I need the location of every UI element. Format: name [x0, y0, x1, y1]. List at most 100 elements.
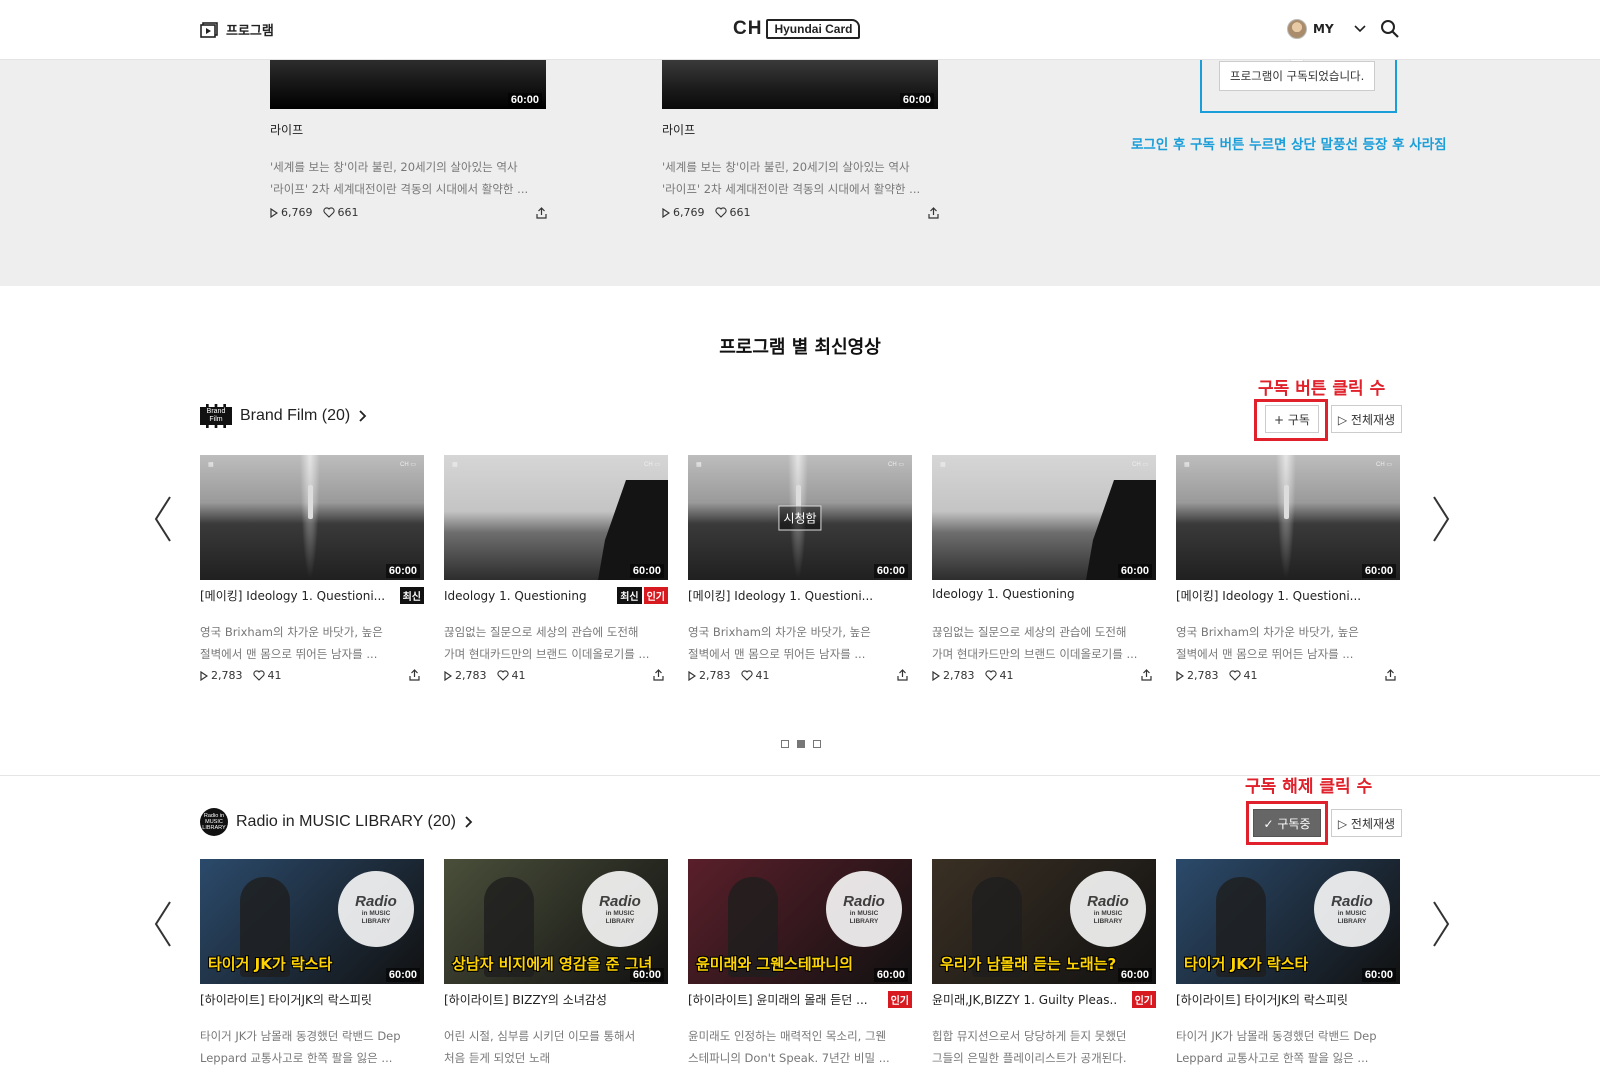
video-card[interactable]: ▦ CH ▭ 60:00 [메이킹] Ideology 1. Questioni...… — [200, 455, 424, 682]
views-stat: 2,783 — [200, 669, 243, 682]
video-card[interactable]: ▦ CH ▭ 60:00 Ideology 1. Questioning 끊임없는 질문… — [932, 455, 1156, 682]
my-menu[interactable]: MY — [1287, 19, 1368, 39]
card-title[interactable]: [하이라이트] 타이거JK의 락스피릿 — [200, 991, 424, 1008]
subscribe-button[interactable]: + 구독 — [1265, 405, 1319, 433]
video-thumbnail[interactable]: Radio in MUSIC LIBRARY 타이거 JK가 락스타 60:00 — [1176, 859, 1400, 984]
video-thumbnail[interactable]: ▦ CH ▭ 시청함 60:00 — [688, 455, 912, 580]
program-nav-label: 프로그램 — [226, 24, 274, 39]
chevron-right-icon[interactable] — [358, 409, 368, 423]
thumb-corner-logo: CH ▭ — [887, 462, 904, 468]
video-thumbnail[interactable]: Radio in MUSIC LIBRARY 우리가 남몰래 듣는 노래는? 60:00 — [932, 859, 1156, 984]
top-card[interactable]: 60:00 라이프 '세계를 보는 창'이라 불린, 20세기의 살아있는 역사… — [662, 60, 939, 219]
play-all-button[interactable]: ▷ 전체재생 — [1331, 809, 1402, 837]
popular-badge: 인기 — [1131, 991, 1156, 1008]
subscribed-button[interactable]: ✓ 구독중 — [1253, 809, 1321, 837]
video-card[interactable]: ▦ CH ▭ 60:00 [메이킹] Ideology 1. Questioni...… — [1176, 455, 1400, 682]
carousel-prev-icon[interactable] — [152, 495, 174, 543]
share-icon[interactable] — [1385, 669, 1396, 681]
logo-ch: CH — [733, 18, 763, 39]
share-icon[interactable] — [1141, 669, 1152, 681]
avatar — [1287, 19, 1307, 39]
radio-logo: Radio in MUSIC LIBRARY — [200, 808, 228, 836]
video-thumbnail[interactable]: 60:00 — [270, 60, 546, 109]
likes-count: 41 — [267, 669, 282, 682]
description-line: '라이프' 2차 세계대전이란 격동의 시대에서 활약한 ... — [662, 182, 921, 196]
duration-label: 60:00 — [1117, 968, 1152, 982]
share-icon[interactable] — [536, 207, 547, 219]
row-title[interactable]: Brand Film (20) — [240, 407, 350, 425]
card-title[interactable]: [메이킹] Ideology 1. Questioni... — [1176, 587, 1400, 604]
video-card[interactable]: ▦ CH ▭ 60:00 Ideology 1. Questioning 최신 인기 끊임없… — [444, 455, 668, 682]
video-card[interactable]: Radio in MUSIC LIBRARY 윤미래와 그웬스테파니의 60:00 [하이… — [688, 859, 912, 1065]
program-nav-link[interactable]: 프로그램 — [200, 20, 274, 39]
thumbnail-overlay-text: 우리가 남몰래 듣는 노래는? — [940, 955, 1117, 973]
chevron-right-icon[interactable] — [464, 815, 474, 829]
logo[interactable]: CH Hyundai Card — [733, 18, 861, 40]
video-card[interactable]: Radio in MUSIC LIBRARY 우리가 남몰래 듣는 노래는? 60:00… — [932, 859, 1156, 1065]
views-stat: 2,783 — [688, 669, 731, 682]
video-thumbnail[interactable]: ▦ CH ▭ 60:00 — [444, 455, 668, 580]
card-title-row: [하이라이트] BIZZY의 소녀감성 — [444, 991, 668, 1008]
description-line: 끊임없는 질문으로 세상의 관습에 도전해 — [444, 625, 639, 639]
card-description: 어린 시절, 심부름 시키던 이모를 통해서 처음 듣게 되었던 노래 — [444, 1025, 668, 1069]
share-icon[interactable] — [897, 669, 908, 681]
carousel-prev-icon[interactable] — [152, 900, 174, 948]
views-stat: 2,783 — [444, 669, 487, 682]
video-thumbnail[interactable]: ▦ CH ▭ 60:00 — [200, 455, 424, 580]
video-thumbnail[interactable]: ▦ CH ▭ 60:00 — [932, 455, 1156, 580]
card-title[interactable]: 라이프 — [662, 121, 695, 138]
pagination-dot-active[interactable] — [797, 740, 805, 748]
video-thumbnail[interactable]: Radio in MUSIC LIBRARY 윤미래와 그웬스테파니의 60:00 — [688, 859, 912, 984]
description-line: '라이프' 2차 세계대전이란 격동의 시대에서 활약한 ... — [270, 182, 529, 196]
likes-count: 41 — [999, 669, 1014, 682]
share-icon[interactable] — [409, 669, 420, 681]
pagination-dot[interactable] — [813, 740, 821, 748]
share-icon[interactable] — [653, 669, 664, 681]
card-title[interactable]: 윤미래,JK,BIZZY 1. Guilty Pleas.. — [932, 991, 1130, 1008]
views-stat: 2,783 — [932, 669, 975, 682]
card-title[interactable]: [메이킹] Ideology 1. Questioni... — [688, 587, 912, 604]
card-title[interactable]: Ideology 1. Questioning — [444, 589, 615, 603]
video-thumbnail[interactable]: Radio in MUSIC LIBRARY 타이거 JK가 락스타 60:00 — [200, 859, 424, 984]
video-card[interactable]: Radio in MUSIC LIBRARY 타이거 JK가 락스타 60:00 [하이라… — [1176, 859, 1400, 1065]
share-icon[interactable] — [928, 207, 939, 219]
duration-label: 60:00 — [873, 564, 908, 578]
row-title[interactable]: Radio in MUSIC LIBRARY (20) — [236, 813, 456, 831]
card-title[interactable]: Ideology 1. Questioning — [932, 587, 1156, 601]
logo-brand: Hyundai Card — [766, 19, 861, 39]
card-stats: 6,769 661 — [662, 206, 751, 219]
video-card[interactable]: Radio in MUSIC LIBRARY 상남자 비지에게 영감을 준 그녀 60:… — [444, 859, 668, 1065]
chevron-down-icon[interactable] — [1340, 23, 1368, 35]
program-play-icon — [200, 21, 218, 38]
thumbnail-overlay-text: 상남자 비지에게 영감을 준 그녀 — [452, 955, 653, 973]
duration-label: 60:00 — [1361, 564, 1396, 578]
subscribe-annotation: 구독 버튼 클릭 수 — [1258, 379, 1386, 399]
description-line: 그들의 은밀한 플레이리스트가 공개된다. — [932, 1051, 1127, 1065]
row-header-radio[interactable]: Radio in MUSIC LIBRARY Radio in MUSIC LI… — [200, 808, 474, 836]
likes-count: 661 — [337, 206, 359, 219]
card-title[interactable]: 라이프 — [270, 121, 303, 138]
card-description: 영국 Brixham의 차가운 바닷가, 높은 절벽에서 맨 몸으로 뛰어든 남자… — [200, 621, 424, 665]
video-card[interactable]: ▦ CH ▭ 시청함 60:00 [메이킹] Ideology 1. Questioni… — [688, 455, 912, 682]
radio-disc-logo: Radio in MUSIC LIBRARY — [338, 871, 414, 947]
search-icon[interactable] — [1380, 19, 1400, 39]
play-all-button[interactable]: ▷ 전체재생 — [1331, 405, 1402, 433]
card-title[interactable]: [하이라이트] BIZZY의 소녀감성 — [444, 991, 668, 1008]
carousel-next-icon[interactable] — [1430, 900, 1452, 948]
video-thumbnail[interactable]: 60:00 — [662, 60, 938, 109]
description-line: 영국 Brixham의 차가운 바닷가, 높은 — [1176, 625, 1359, 639]
carousel-next-icon[interactable] — [1430, 495, 1452, 543]
duration-label: 60:00 — [385, 564, 420, 578]
pagination-dot[interactable] — [781, 740, 789, 748]
row-header-brand-film[interactable]: Brand Film Brand Film (20) — [200, 404, 368, 428]
likes-stat: 41 — [252, 669, 282, 682]
thumb-corner-logo: CH ▭ — [643, 462, 660, 468]
card-title[interactable]: [메이킹] Ideology 1. Questioni... — [200, 587, 398, 604]
card-title[interactable]: [하이라이트] 타이거JK의 락스피릿 — [1176, 991, 1400, 1008]
video-thumbnail[interactable]: ▦ CH ▭ 60:00 — [1176, 455, 1400, 580]
video-thumbnail[interactable]: Radio in MUSIC LIBRARY 상남자 비지에게 영감을 준 그녀 60:… — [444, 859, 668, 984]
top-card[interactable]: 60:00 라이프 '세계를 보는 창'이라 불린, 20세기의 살아있는 역사… — [270, 60, 547, 219]
card-title[interactable]: [하이라이트] 윤미래의 몰래 듣던 ... — [688, 991, 886, 1008]
video-card[interactable]: Radio in MUSIC LIBRARY 타이거 JK가 락스타 60:00 [하이라… — [200, 859, 424, 1065]
radio-disc-logo: Radio in MUSIC LIBRARY — [582, 871, 658, 947]
